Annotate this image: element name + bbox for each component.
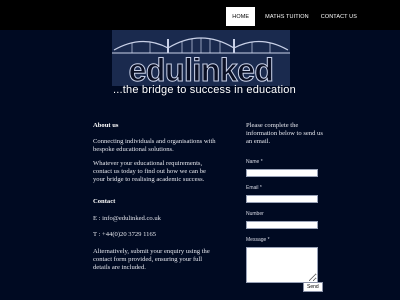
contact-email[interactable]: E : info@edulinked.co.uk	[93, 215, 218, 223]
name-label: Name *	[246, 159, 263, 166]
contact-alternative-text: Alternatively, submit your enquiry using…	[93, 248, 210, 271]
about-heading: About us	[93, 122, 119, 129]
logo-wordmark: edulinked	[128, 52, 274, 88]
contact-form: Please complete the information below to…	[246, 122, 326, 292]
message-field[interactable]	[246, 246, 318, 283]
about-column: About us Connecting individuals and orga…	[93, 122, 218, 279]
nav-item-contact-us[interactable]: CONTACT US	[315, 7, 363, 26]
send-button[interactable]: Send	[303, 282, 323, 292]
message-label: Message *	[246, 236, 270, 243]
nav-item-home[interactable]: HOME	[226, 7, 256, 26]
tagline: ...the bridge to success in education	[113, 84, 296, 96]
form-intro: Please complete the information below to…	[246, 122, 323, 145]
number-field[interactable]	[246, 220, 318, 229]
email-label: Email *	[246, 185, 262, 192]
nav-item-maths-tuition[interactable]: MATHS TUITION	[259, 7, 315, 26]
email-field[interactable]	[246, 194, 318, 203]
number-label: Number	[246, 210, 264, 217]
main-nav: HOME MATHS TUITION CONTACT US	[226, 7, 363, 26]
contact-phone: T : +44(0)20 3729 1165	[93, 231, 157, 239]
about-paragraph-2: Whatever your educational requirements, …	[93, 160, 206, 183]
about-paragraph-1: Connecting individuals and organisations…	[93, 137, 216, 153]
name-field[interactable]	[246, 169, 318, 178]
top-navigation-bar: HOME MATHS TUITION CONTACT US	[0, 0, 400, 30]
contact-heading: Contact	[93, 197, 116, 205]
